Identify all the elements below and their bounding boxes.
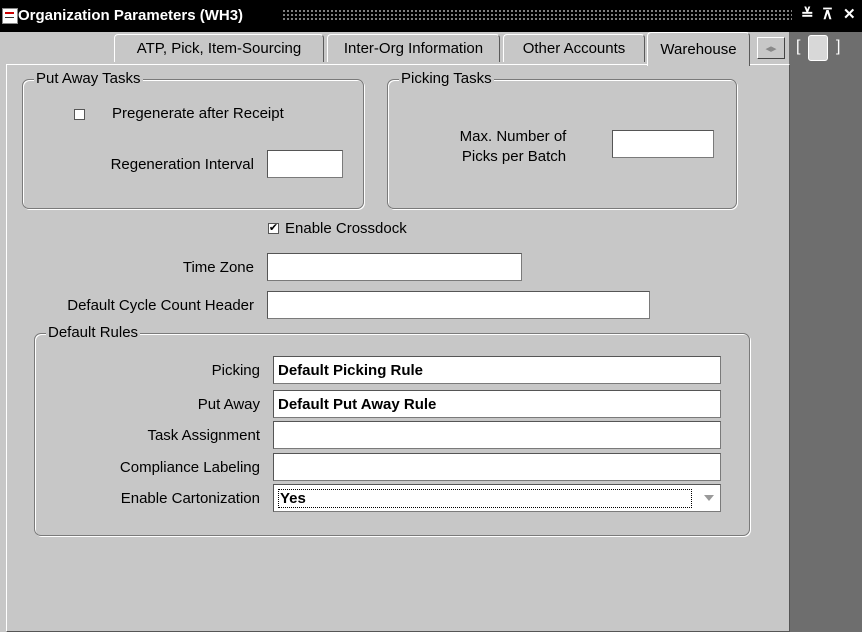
enable-crossdock-label: Enable Crossdock	[285, 220, 407, 237]
picking-rule-label: Picking	[211, 362, 260, 379]
put-away-tasks-group	[22, 79, 364, 209]
close-icon[interactable]: ✕	[843, 7, 856, 23]
task-assignment-label: Task Assignment	[147, 427, 260, 444]
time-zone-input[interactable]	[267, 253, 522, 281]
title-bar-grip	[282, 9, 792, 22]
chevron-down-icon[interactable]	[704, 495, 714, 501]
tab-warehouse[interactable]: Warehouse	[647, 32, 750, 66]
window-background-stripe	[789, 32, 862, 632]
compliance-labeling-label: Compliance Labeling	[119, 459, 260, 476]
put-away-rule-input[interactable]: Default Put Away Rule	[273, 390, 721, 418]
checkmark-icon: ✔	[268, 222, 279, 234]
time-zone-label: Time Zone	[182, 259, 254, 276]
regeneration-interval-input[interactable]	[267, 150, 343, 178]
tab-overflow-indicator[interactable]	[808, 35, 828, 61]
tab-other-accounts[interactable]: Other Accounts	[503, 34, 645, 62]
picking-rule-input[interactable]: Default Picking Rule	[273, 356, 721, 384]
compliance-labeling-input[interactable]	[273, 453, 721, 481]
window-title: Organization Parameters (WH3)	[18, 7, 244, 24]
task-assignment-input[interactable]	[273, 421, 721, 449]
tab-overflow-bracket-right: ]	[836, 38, 841, 55]
enable-crossdock-checkbox[interactable]: ✔	[268, 223, 279, 234]
tab-scroll-arrows-icon[interactable]: ◂▸	[757, 37, 785, 59]
picking-tasks-legend: Picking Tasks	[399, 70, 494, 87]
put-away-rule-label: Put Away	[197, 396, 260, 413]
max-picks-label-line1: Max. Number of	[459, 128, 567, 145]
enable-cartonization-value: Yes	[280, 490, 306, 507]
pregenerate-after-receipt-label: Pregenerate after Receipt	[112, 105, 284, 122]
max-picks-label-line2: Picks per Batch	[461, 148, 567, 165]
tab-atp-pick-item-sourcing[interactable]: ATP, Pick, Item-Sourcing	[114, 34, 324, 62]
regeneration-interval-label: Regeneration Interval	[110, 156, 254, 173]
app-logo-icon	[2, 8, 18, 24]
default-cycle-count-header-input[interactable]	[267, 291, 650, 319]
default-rules-legend: Default Rules	[46, 324, 141, 341]
put-away-tasks-legend: Put Away Tasks	[34, 70, 143, 87]
default-cycle-count-header-label: Default Cycle Count Header	[67, 297, 254, 314]
focus-ring	[278, 489, 692, 508]
pregenerate-after-receipt-checkbox[interactable]	[74, 109, 85, 120]
title-bar[interactable]: Organization Parameters (WH3) ≚ ⊼ ✕	[0, 0, 862, 32]
enable-cartonization-label: Enable Cartonization	[120, 490, 260, 507]
minimize-icon[interactable]: ≚	[801, 7, 814, 23]
tab-overflow-bracket-left: [	[796, 38, 801, 55]
maximize-icon[interactable]: ⊼	[822, 7, 833, 23]
enable-cartonization-select[interactable]: Yes	[273, 484, 721, 512]
max-picks-per-batch-input[interactable]	[612, 130, 714, 158]
tab-inter-org-information[interactable]: Inter-Org Information	[327, 34, 500, 62]
